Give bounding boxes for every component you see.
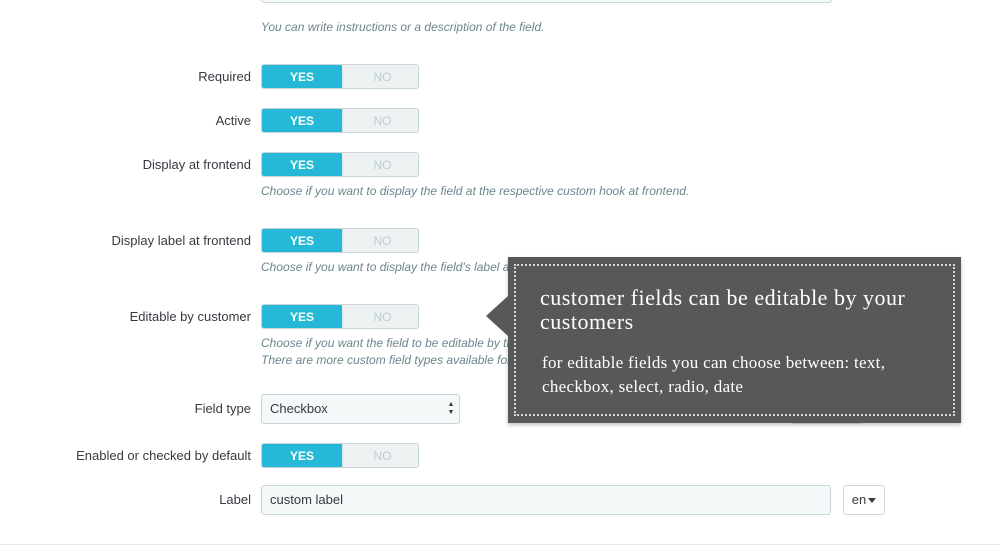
display-label-frontend-label: Display label at frontend (111, 233, 251, 248)
editable-by-customer-help-2: There are more custom field types availa… (261, 353, 512, 367)
enabled-default-no-button[interactable]: NO (342, 444, 418, 467)
editable-by-customer-switch: YES NO (261, 304, 419, 329)
enabled-default-label: Enabled or checked by default (76, 448, 251, 463)
hidden-field-fragment (792, 423, 862, 438)
description-help: You can write instructions or a descript… (261, 20, 545, 34)
active-yes-button[interactable]: YES (262, 109, 342, 132)
tooltip-pointer (486, 296, 508, 336)
enabled-default-switch: YES NO (261, 443, 419, 468)
field-type-label: Field type (194, 401, 251, 416)
editable-by-customer-no-button[interactable]: NO (342, 305, 418, 328)
required-no-button[interactable]: NO (342, 65, 418, 88)
tooltip-body: for editable fields you can choose betwe… (542, 353, 886, 396)
label-field-label: Label (219, 492, 251, 507)
field-type-select[interactable]: Checkbox ▲ ▼ (261, 394, 460, 424)
form-divider (0, 544, 1000, 545)
display-label-frontend-no-button[interactable]: NO (342, 229, 418, 252)
display-label-frontend-yes-button[interactable]: YES (262, 229, 342, 252)
active-label: Active (215, 113, 251, 128)
tooltip-title: customer fields can be editable by your … (540, 285, 906, 334)
field-type-value: Checkbox (270, 401, 328, 416)
enabled-default-yes-button[interactable]: YES (262, 444, 342, 467)
language-dropdown-button[interactable]: en (843, 485, 885, 515)
caret-down-icon (868, 498, 877, 504)
custom-field-form: You can write instructions or a descript… (0, 0, 1000, 550)
editable-by-customer-label: Editable by customer (129, 309, 251, 324)
label-input-value: custom label (270, 492, 343, 507)
display-frontend-yes-button[interactable]: YES (262, 153, 342, 176)
label-input[interactable]: custom label (261, 485, 831, 515)
required-switch: YES NO (261, 64, 419, 89)
help-tooltip: customer fields can be editable by your … (486, 257, 961, 423)
display-frontend-switch: YES NO (261, 152, 419, 177)
display-label-frontend-help: Choose if you want to display the field'… (261, 260, 510, 274)
editable-by-customer-yes-button[interactable]: YES (262, 305, 342, 328)
language-code: en (851, 492, 867, 507)
editable-by-customer-help-1: Choose if you want the field to be edita… (261, 336, 514, 350)
required-yes-button[interactable]: YES (262, 65, 342, 88)
display-frontend-no-button[interactable]: NO (342, 153, 418, 176)
description-textarea[interactable] (261, 0, 832, 3)
display-frontend-label: Display at frontend (142, 157, 251, 172)
updown-arrows-icon: ▲ ▼ (447, 401, 455, 416)
required-label: Required (198, 69, 251, 84)
active-no-button[interactable]: NO (342, 109, 418, 132)
active-switch: YES NO (261, 108, 419, 133)
display-label-frontend-switch: YES NO (261, 228, 419, 253)
display-frontend-help: Choose if you want to display the field … (261, 184, 690, 198)
